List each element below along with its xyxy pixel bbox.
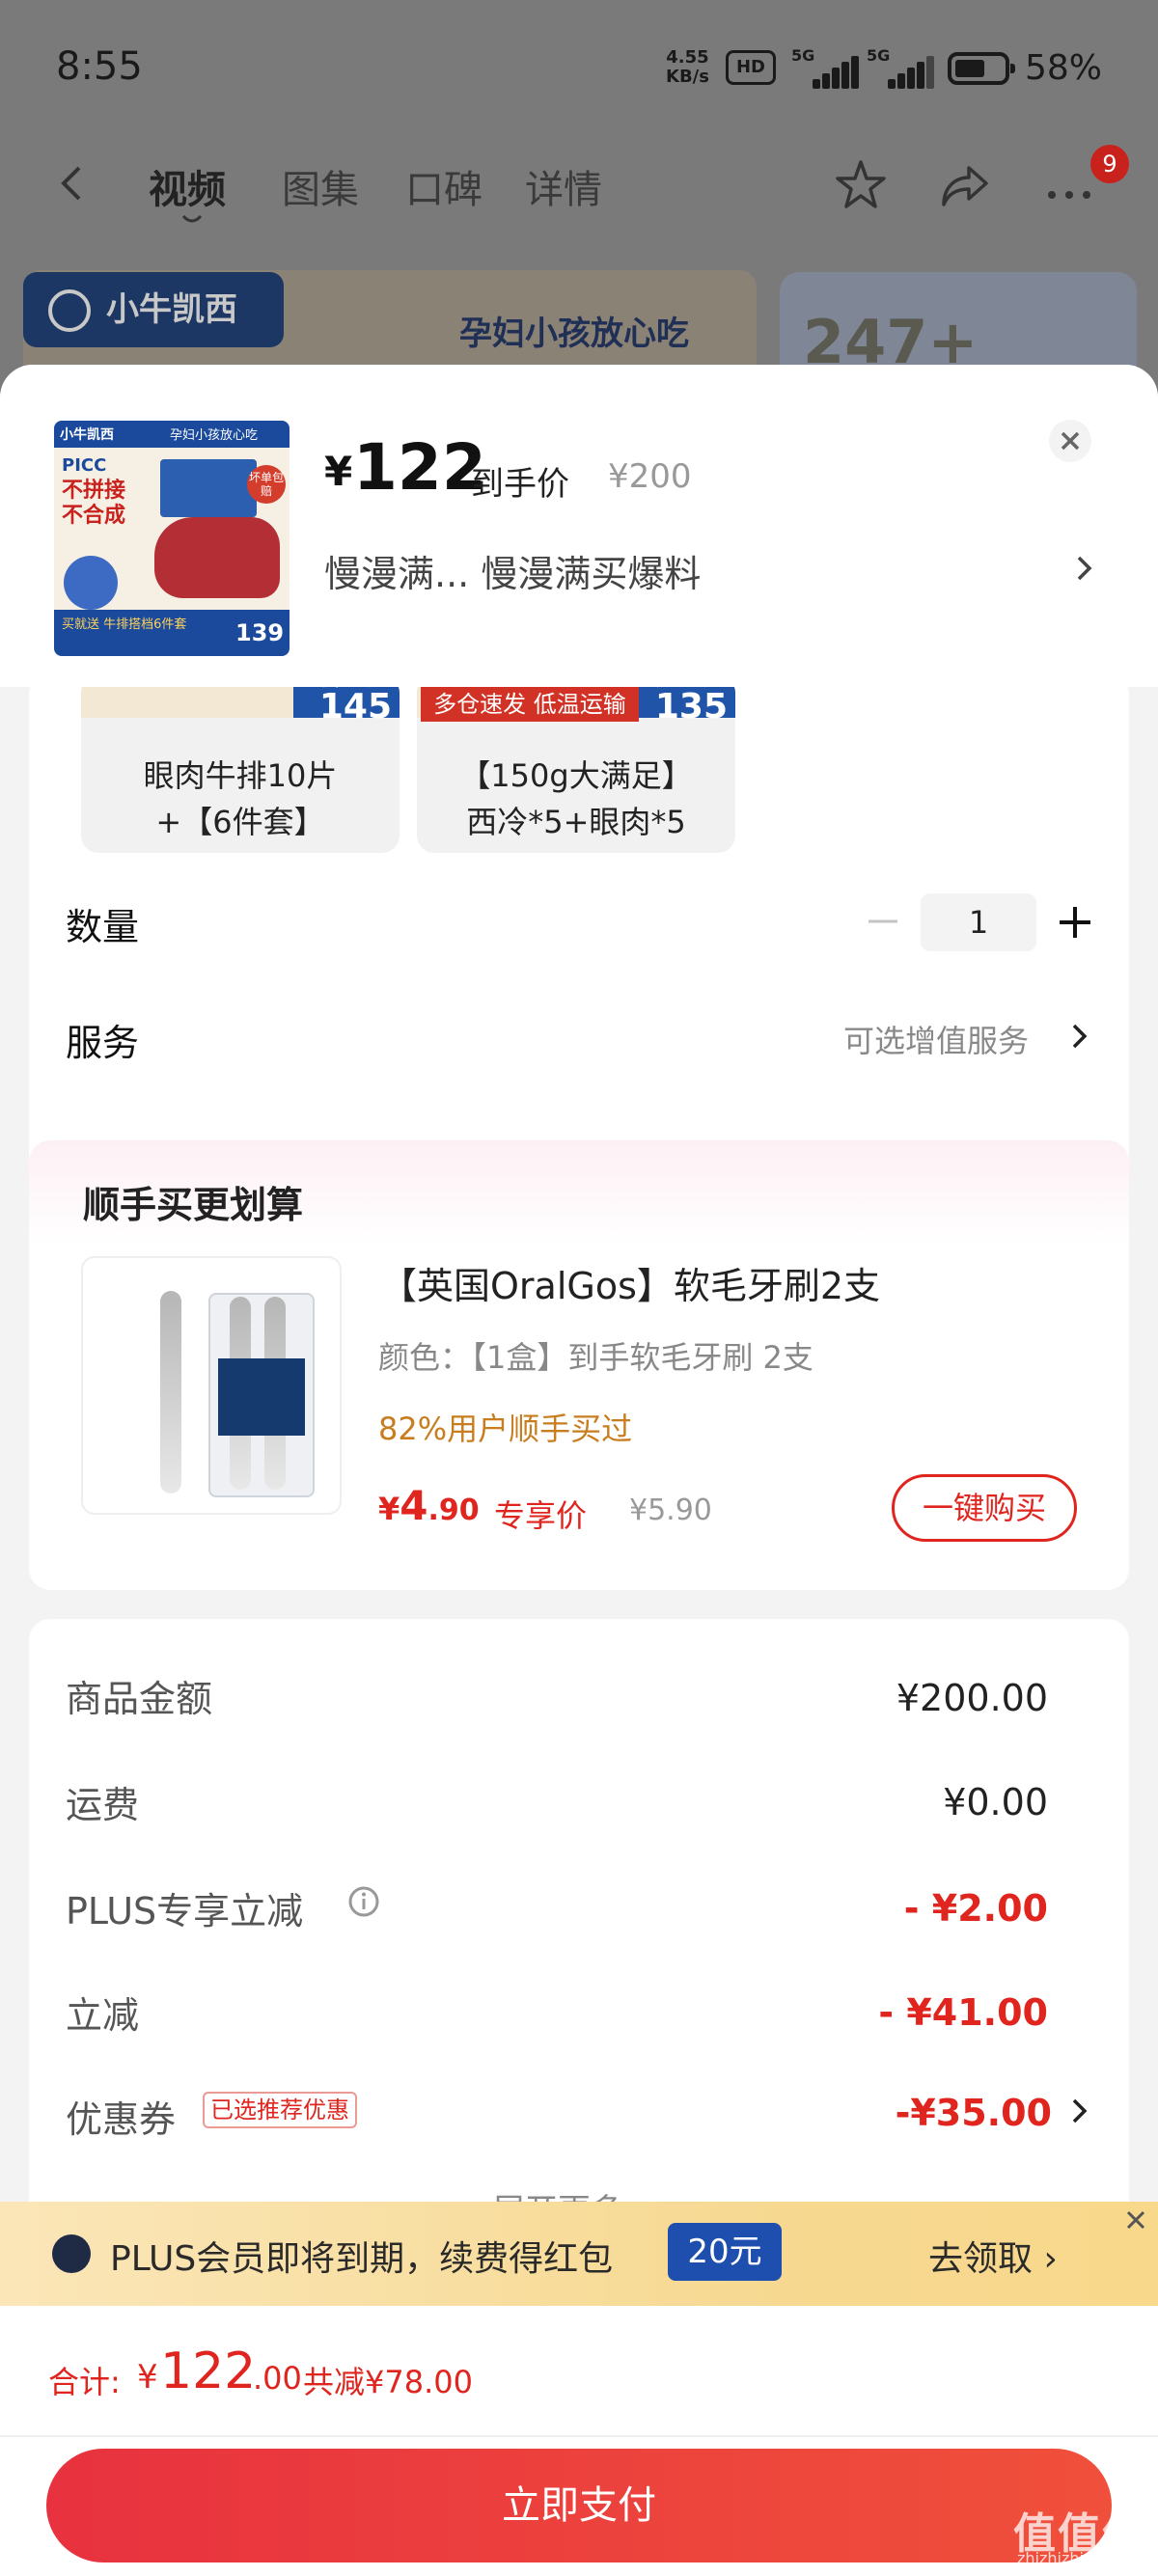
hd-icon: HD [726,50,776,85]
service-option-link[interactable]: 可选增值服务 [843,1017,1029,1061]
final-price: 122 [353,430,486,505]
plus-renewal-text: PLUS会员即将到期，续费得红包 [110,2239,614,2279]
signal-icon-2: 5G [867,46,936,89]
tab-video[interactable]: 视频 [149,158,226,214]
sku-option-label: 眼肉牛排10片 +【6件套】 [143,757,338,840]
status-time: 8:55 [56,44,143,89]
close-icon[interactable] [1048,419,1092,463]
total-amount-decimal: .00 [253,2360,302,2397]
one-click-buy-button[interactable]: 一键购买 [892,1474,1077,1542]
fee-label-subtotal: 商品金额 [66,1678,213,1720]
price-symbol: ¥ [324,448,353,495]
status-bar: 8:55 4.55 KB/s HD 5G 5G 58% [0,0,1158,135]
fee-label-coupon: 优惠券 [66,2098,177,2141]
favorite-star-icon[interactable] [832,156,890,214]
total-amount: 122 [160,2343,257,2400]
plus-logo-icon [52,2234,91,2273]
network-speed: 4.55 KB/s [666,47,709,87]
footer-divider [0,2435,1158,2437]
service-label: 服务 [66,1022,140,1064]
fee-label-shipping: 运费 [66,1784,140,1826]
back-arrow-icon[interactable] [56,166,91,201]
total-label: 合计: [48,2364,121,2400]
fee-value-subtotal: ¥200.00 [896,1677,1048,1719]
total-saved: 共减¥78.00 [303,2364,473,2400]
tab-gallery[interactable]: 图集 [282,158,359,214]
recommend-social-proof: 82%用户顺手买过 [378,1411,633,1447]
sku-option-price: 145 [318,687,392,726]
chevron-right-icon [1077,556,1092,581]
recommend-product-image[interactable] [81,1256,342,1515]
sku-option-1[interactable]: 秒杀到手价 145 眼肉牛排10片 +【6件套】 [81,675,400,853]
sku-option-tag: 多仓速发 低温运输 [421,687,639,722]
signal-icon-1: 5G [791,46,861,89]
quantity-minus-button[interactable] [867,905,899,938]
recommend-title: 顺手买更划算 [83,1184,304,1226]
product-header: 小牛凯西 孕妇小孩放心吃 PICC 不拼接 不合成 坏单包赔 买就送 牛排搭档6件… [0,365,1158,687]
watermark-url: zhizhizhi.com [1017,2549,1122,2567]
info-icon[interactable] [347,1885,380,1918]
background-brand-logo: 小牛凯西 [23,272,284,347]
fee-label-instant-discount: 立减 [66,1994,140,2037]
quantity-input[interactable]: 1 [921,893,1036,951]
recommend-price: ¥4.90 [378,1482,480,1529]
more-icon[interactable] [1040,156,1098,214]
promo-text[interactable]: 慢漫满... 慢漫满买爆料 [324,544,701,597]
chevron-right-icon [1072,2098,1088,2124]
recommend-price-tag: 专享价 [494,1497,588,1534]
quantity-label: 数量 [66,906,140,948]
tab-details[interactable]: 详情 [525,158,602,214]
coupon-recommended-tag: 已选推荐优惠 [203,2092,357,2128]
product-thumbnail[interactable]: 小牛凯西 孕妇小孩放心吃 PICC 不拼接 不合成 坏单包赔 买就送 牛排搭档6件… [54,421,290,656]
sku-option-label: 【150g大满足】 西冷*5+眼肉*5 [459,757,693,840]
notification-badge: 9 [1090,145,1129,183]
pay-now-button[interactable]: 立即支付 [46,2449,1112,2562]
background-slogan: 孕妇小孩放心吃 [459,315,689,353]
plus-claim-link[interactable]: 去领取 › [928,2231,1058,2281]
sku-option-price: 135 [654,687,728,726]
recommend-product-spec: 颜色：【1盒】到手软毛牙刷 2支 [378,1339,813,1376]
battery-icon [948,52,1015,85]
total-symbol: ¥ [137,2358,158,2397]
active-tab-indicator [181,214,203,223]
final-price-tag: 到手价 [471,465,569,504]
close-icon[interactable] [1121,2206,1150,2234]
recommend-original-price: ¥5.90 [629,1494,712,1527]
fee-value-plus-discount: - ¥2.00 [903,1887,1048,1930]
top-navigation: 视频 图集 口碑 详情 [0,145,1158,232]
chevron-right-icon [1072,1024,1088,1049]
tab-reviews[interactable]: 口碑 [405,158,482,214]
recommend-product-name[interactable]: 【英国OralGos】软毛牙刷2支 [380,1256,880,1309]
plus-red-packet-amount: 20元 [668,2223,782,2281]
original-price: ¥200 [608,457,692,496]
fee-value-instant-discount: - ¥41.00 [878,1991,1048,2034]
fee-value-shipping: ¥0.00 [943,1781,1048,1823]
sku-option-2[interactable]: 限量到手价 135 多仓速发 低温运输 【150g大满足】 西冷*5+眼肉*5 [417,675,735,853]
battery-percent: 58% [1025,48,1103,88]
fee-label-plus-discount: PLUS专享立减 [66,1890,304,1932]
quantity-plus-button[interactable] [1058,905,1092,940]
fee-value-coupon[interactable]: -¥35.00 [896,2092,1052,2134]
share-icon[interactable] [936,156,994,214]
